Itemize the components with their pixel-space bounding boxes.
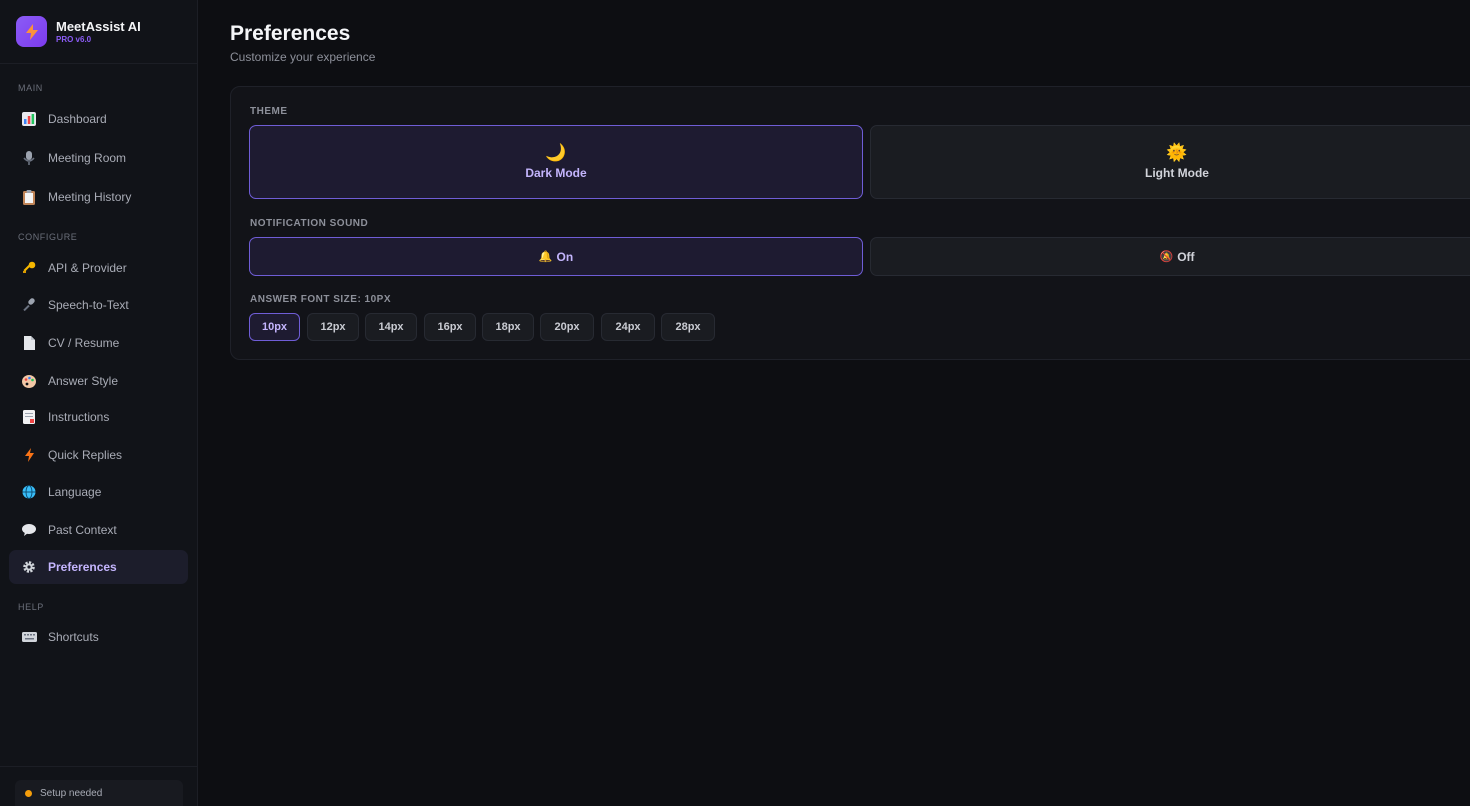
bar-chart-icon — [21, 111, 37, 127]
app-name: MeetAssist AI — [56, 18, 141, 34]
globe-icon — [21, 484, 37, 500]
speech-bubble-icon — [21, 522, 37, 538]
bolt-icon — [16, 16, 47, 47]
sidebar-item-meeting-room[interactable]: Meeting Room — [9, 141, 188, 175]
notification-sound-label: NOTIFICATION SOUND — [250, 218, 369, 229]
sidebar-item-meeting-history[interactable]: Meeting History — [9, 180, 188, 214]
sidebar-item-quick-replies[interactable]: Quick Replies — [9, 438, 188, 472]
font-size-20px-button[interactable]: 20px — [540, 313, 594, 341]
bell-off-icon: 🔕 — [1159, 250, 1174, 263]
font-size-label: ANSWER FONT SIZE: 10PX — [250, 294, 392, 305]
sidebar-item-answer-style[interactable]: Answer Style — [9, 364, 188, 398]
font-size-14px-button[interactable]: 14px — [365, 313, 417, 341]
sidebar: MeetAssist AI PRO v6.0 MAIN Dashboard Me… — [0, 0, 198, 806]
sidebar-item-label: Quick Replies — [48, 448, 123, 462]
sidebar-item-label: Shortcuts — [48, 630, 99, 644]
font-size-12px-button[interactable]: 12px — [307, 313, 359, 341]
preferences-card: THEME 🌙 Dark Mode 🌞 Light Mode NOTIFICAT… — [230, 86, 1470, 360]
sidebar-item-label: Language — [48, 485, 102, 499]
page-subtitle: Customize your experience — [230, 50, 376, 64]
sidebar-item-cv-resume[interactable]: CV / Resume — [9, 326, 188, 360]
keyboard-icon — [21, 629, 37, 645]
sidebar-item-label: Past Context — [48, 523, 117, 537]
app-window: MeetAssist AI PRO v6.0 MAIN Dashboard Me… — [0, 0, 1470, 806]
sidebar-item-label: CV / Resume — [48, 336, 120, 350]
key-icon — [21, 260, 37, 276]
theme-dark-label: Dark Mode — [525, 166, 587, 180]
section-label-configure: CONFIGURE — [18, 232, 78, 242]
main-content: Preferences Customize your experience TH… — [198, 0, 1470, 806]
sidebar-item-language[interactable]: Language — [9, 475, 188, 509]
clipboard-icon — [21, 189, 37, 205]
font-size-28px-button[interactable]: 28px — [661, 313, 715, 341]
sidebar-item-dashboard[interactable]: Dashboard — [9, 102, 188, 136]
notification-off-option[interactable]: 🔕 Off — [870, 237, 1470, 276]
font-size-16px-button[interactable]: 16px — [424, 313, 476, 341]
moon-icon: 🌙 — [545, 143, 567, 162]
sun-icon: 🌞 — [1166, 143, 1188, 162]
setup-status[interactable]: Setup needed — [15, 780, 183, 806]
notification-off-label: Off — [1177, 249, 1195, 264]
sidebar-item-preferences[interactable]: Preferences — [9, 550, 188, 584]
theme-label: THEME — [250, 106, 288, 117]
sidebar-item-label: Instructions — [48, 410, 110, 424]
brand-header: MeetAssist AI PRO v6.0 — [0, 0, 197, 64]
sidebar-item-label: Answer Style — [48, 374, 119, 388]
document-icon — [21, 335, 37, 351]
sidebar-item-label: Speech-to-Text — [48, 298, 129, 312]
page-title: Preferences — [230, 22, 351, 45]
sidebar-footer-divider — [0, 766, 197, 767]
sidebar-item-label: API & Provider — [48, 261, 127, 275]
theme-light-label: Light Mode — [1145, 166, 1209, 180]
status-dot-icon — [25, 789, 32, 797]
sidebar-item-api-provider[interactable]: API & Provider — [9, 251, 188, 285]
palette-icon — [21, 373, 37, 389]
notification-on-label: On — [556, 249, 574, 264]
microphone-icon — [21, 297, 37, 313]
sidebar-item-label: Preferences — [48, 560, 117, 574]
font-size-10px-button[interactable]: 10px — [249, 313, 300, 341]
sidebar-item-speech-to-text[interactable]: Speech-to-Text — [9, 288, 188, 322]
sidebar-item-label: Meeting Room — [48, 151, 127, 165]
sidebar-item-instructions[interactable]: Instructions — [9, 400, 188, 434]
sidebar-item-label: Dashboard — [48, 112, 107, 126]
sidebar-item-label: Meeting History — [48, 190, 132, 204]
bell-icon: 🔔 — [538, 250, 553, 263]
sidebar-item-past-context[interactable]: Past Context — [9, 513, 188, 547]
gear-icon — [21, 559, 37, 575]
section-label-main: MAIN — [18, 83, 43, 93]
notes-icon — [21, 409, 37, 425]
notification-on-option[interactable]: 🔔 On — [249, 237, 863, 276]
microphone-icon — [21, 150, 37, 166]
theme-dark-option[interactable]: 🌙 Dark Mode — [249, 125, 863, 199]
font-size-18px-button[interactable]: 18px — [482, 313, 534, 341]
bolt-icon — [21, 447, 37, 463]
font-size-24px-button[interactable]: 24px — [601, 313, 655, 341]
section-label-help: HELP — [18, 602, 44, 612]
app-version: PRO v6.0 — [56, 34, 92, 44]
sidebar-item-shortcuts[interactable]: Shortcuts — [9, 620, 188, 654]
theme-light-option[interactable]: 🌞 Light Mode — [870, 125, 1470, 199]
status-text: Setup needed — [40, 787, 103, 799]
